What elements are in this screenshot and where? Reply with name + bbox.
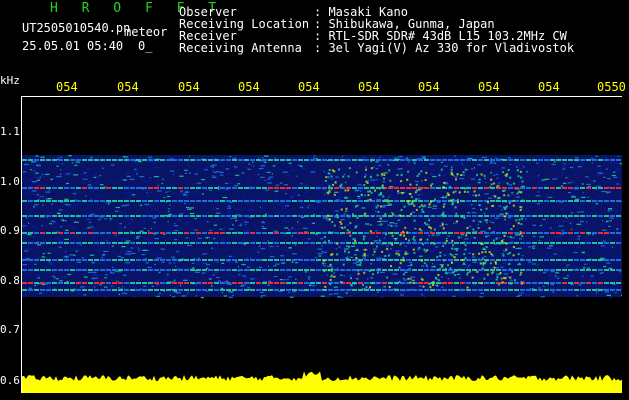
noise-band: [22, 155, 622, 297]
y-tick: 0.7: [0, 323, 20, 336]
x-tick: 054: [117, 80, 139, 94]
x-tick: 054: [298, 80, 320, 94]
y-tick: 0.9: [0, 224, 20, 237]
y-tick: 0.8: [0, 274, 20, 287]
y-tick: 0.6: [0, 374, 20, 387]
field-value-antenna: : 3el Yagi(V) Az 330 for Vladivostok: [314, 41, 575, 55]
signal-level-bar: [22, 371, 622, 393]
file-name: UT2505010540.pn: [22, 21, 131, 35]
mode-label: meteor: [124, 25, 168, 39]
datetime: 25.05.01 05:40: [22, 39, 124, 53]
x-tick: 054: [178, 80, 200, 94]
x-tick: 054: [358, 80, 380, 94]
x-tick: 054: [538, 80, 560, 94]
field-label-antenna: Receiving Antenna: [179, 41, 302, 55]
counter: 0_: [138, 39, 153, 53]
unit-label: kHz: [0, 74, 20, 87]
x-tick: 054: [56, 80, 78, 94]
y-tick: 1.1: [0, 125, 20, 138]
x-tick: 054: [238, 80, 260, 94]
x-tick: 054: [418, 80, 440, 94]
y-tick: 1.0: [0, 175, 20, 188]
x-tick: 054: [478, 80, 500, 94]
spectrogram-canvas: [22, 155, 622, 393]
x-tick: 0550: [597, 80, 626, 94]
spectrogram: [21, 96, 622, 393]
